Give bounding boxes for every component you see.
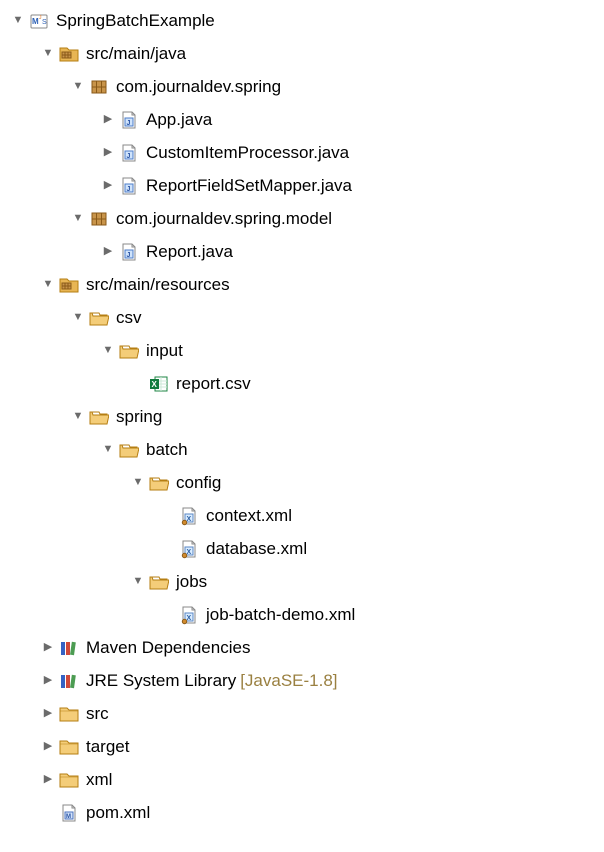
tree-row[interactable]: ▶ xml	[4, 763, 604, 796]
folder-spring[interactable]: spring	[116, 405, 162, 429]
i-maven-icon	[28, 10, 50, 32]
project-root[interactable]: SpringBatchExample	[56, 9, 215, 33]
tree-row[interactable]: ▶ report.csv	[4, 367, 604, 400]
i-folder-open-icon	[148, 571, 170, 593]
tree-row[interactable]: ▶ JRE System Library [JavaSE-1.8]	[4, 664, 604, 697]
file-context-xml[interactable]: context.xml	[206, 504, 292, 528]
expand-arrow-icon[interactable]: ▼	[70, 310, 86, 325]
tree-row[interactable]: ▶ job-batch-demo.xml	[4, 598, 604, 631]
i-xml-icon	[178, 538, 200, 560]
folder-input[interactable]: input	[146, 339, 183, 363]
folder-batch[interactable]: batch	[146, 438, 188, 462]
tree-row[interactable]: ▼ com.journaldev.spring	[4, 70, 604, 103]
i-folder-open-icon	[88, 406, 110, 428]
expand-arrow-icon[interactable]: ▼	[130, 475, 146, 490]
i-folder-icon	[58, 769, 80, 791]
tree-row[interactable]: ▶ CustomItemProcessor.java	[4, 136, 604, 169]
tree-row[interactable]: ▼ input	[4, 334, 604, 367]
i-folder-open-icon	[118, 340, 140, 362]
maven-dependencies[interactable]: Maven Dependencies	[86, 636, 250, 660]
tree-row[interactable]: ▼ csv	[4, 301, 604, 334]
tree-row[interactable]: ▶ App.java	[4, 103, 604, 136]
folder-src[interactable]: src	[86, 702, 109, 726]
folder-config[interactable]: config	[176, 471, 221, 495]
tree-row[interactable]: ▼ jobs	[4, 565, 604, 598]
expand-arrow-icon[interactable]: ▶	[100, 145, 116, 160]
expand-arrow-icon[interactable]: ▼	[130, 574, 146, 589]
file-report-csv[interactable]: report.csv	[176, 372, 251, 396]
expand-arrow-icon[interactable]: ▶	[40, 739, 56, 754]
i-mfile-icon	[58, 802, 80, 824]
package-spring[interactable]: com.journaldev.spring	[116, 75, 281, 99]
package-spring-model[interactable]: com.journaldev.spring.model	[116, 207, 332, 231]
tree-row[interactable]: ▼ spring	[4, 400, 604, 433]
tree-row[interactable]: ▼ SpringBatchExample	[4, 4, 604, 37]
folder-xml[interactable]: xml	[86, 768, 112, 792]
i-folder-icon	[58, 736, 80, 758]
folder-jobs[interactable]: jobs	[176, 570, 207, 594]
i-java-icon	[118, 241, 140, 263]
i-folder-icon	[58, 703, 80, 725]
expand-arrow-icon[interactable]: ▼	[40, 277, 56, 292]
i-package-icon	[88, 76, 110, 98]
tree-row[interactable]: ▼ src/main/java	[4, 37, 604, 70]
tree-row[interactable]: ▶ Maven Dependencies	[4, 631, 604, 664]
tree-row[interactable]: ▶ context.xml	[4, 499, 604, 532]
folder-csv[interactable]: csv	[116, 306, 142, 330]
expand-arrow-icon[interactable]: ▼	[10, 13, 26, 28]
i-lib-icon	[58, 670, 80, 692]
file-pom-xml[interactable]: pom.xml	[86, 801, 150, 825]
file-reportfieldsetmapper-java[interactable]: ReportFieldSetMapper.java	[146, 174, 352, 198]
src-main-resources-folder[interactable]: src/main/resources	[86, 273, 230, 297]
expand-arrow-icon[interactable]: ▼	[70, 211, 86, 226]
expand-arrow-icon[interactable]: ▶	[40, 673, 56, 688]
file-app-java[interactable]: App.java	[146, 108, 212, 132]
i-java-icon	[118, 142, 140, 164]
i-folder-open-icon	[88, 307, 110, 329]
expand-arrow-icon[interactable]: ▼	[100, 442, 116, 457]
src-main-java-folder[interactable]: src/main/java	[86, 42, 186, 66]
expand-arrow-icon[interactable]: ▼	[70, 409, 86, 424]
i-folder-open-icon	[118, 439, 140, 461]
folder-target[interactable]: target	[86, 735, 129, 759]
expand-arrow-icon[interactable]: ▶	[100, 112, 116, 127]
tree-row[interactable]: ▶ database.xml	[4, 532, 604, 565]
i-xml-icon	[178, 604, 200, 626]
tree-row[interactable]: ▶ src	[4, 697, 604, 730]
expand-arrow-icon[interactable]: ▼	[40, 46, 56, 61]
tree-row[interactable]: ▼ com.journaldev.spring.model	[4, 202, 604, 235]
tree-row[interactable]: ▶ Report.java	[4, 235, 604, 268]
i-xml-icon	[178, 505, 200, 527]
file-job-batch-demo-xml[interactable]: job-batch-demo.xml	[206, 603, 355, 627]
tree-row[interactable]: ▶ ReportFieldSetMapper.java	[4, 169, 604, 202]
expand-arrow-icon[interactable]: ▼	[70, 79, 86, 94]
file-report-java[interactable]: Report.java	[146, 240, 233, 264]
i-pkgfolder-icon	[58, 43, 80, 65]
expand-arrow-icon[interactable]: ▶	[40, 640, 56, 655]
expand-arrow-icon[interactable]: ▶	[40, 706, 56, 721]
i-java-icon	[118, 175, 140, 197]
expand-arrow-icon[interactable]: ▶	[100, 244, 116, 259]
tree-row[interactable]: ▼ src/main/resources	[4, 268, 604, 301]
i-lib-icon	[58, 637, 80, 659]
tree-row[interactable]: ▼ batch	[4, 433, 604, 466]
tree-row[interactable]: ▶ target	[4, 730, 604, 763]
file-database-xml[interactable]: database.xml	[206, 537, 307, 561]
i-package-icon	[88, 208, 110, 230]
i-pkgfolder-icon	[58, 274, 80, 296]
i-excel-icon	[148, 373, 170, 395]
i-java-icon	[118, 109, 140, 131]
jre-version-decor: [JavaSE-1.8]	[240, 669, 337, 693]
expand-arrow-icon[interactable]: ▼	[100, 343, 116, 358]
jre-system-library[interactable]: JRE System Library	[86, 669, 236, 693]
expand-arrow-icon[interactable]: ▶	[40, 772, 56, 787]
i-folder-open-icon	[148, 472, 170, 494]
tree-row[interactable]: ▶ pom.xml	[4, 796, 604, 829]
expand-arrow-icon[interactable]: ▶	[100, 178, 116, 193]
tree-row[interactable]: ▼ config	[4, 466, 604, 499]
file-customitemprocessor-java[interactable]: CustomItemProcessor.java	[146, 141, 349, 165]
